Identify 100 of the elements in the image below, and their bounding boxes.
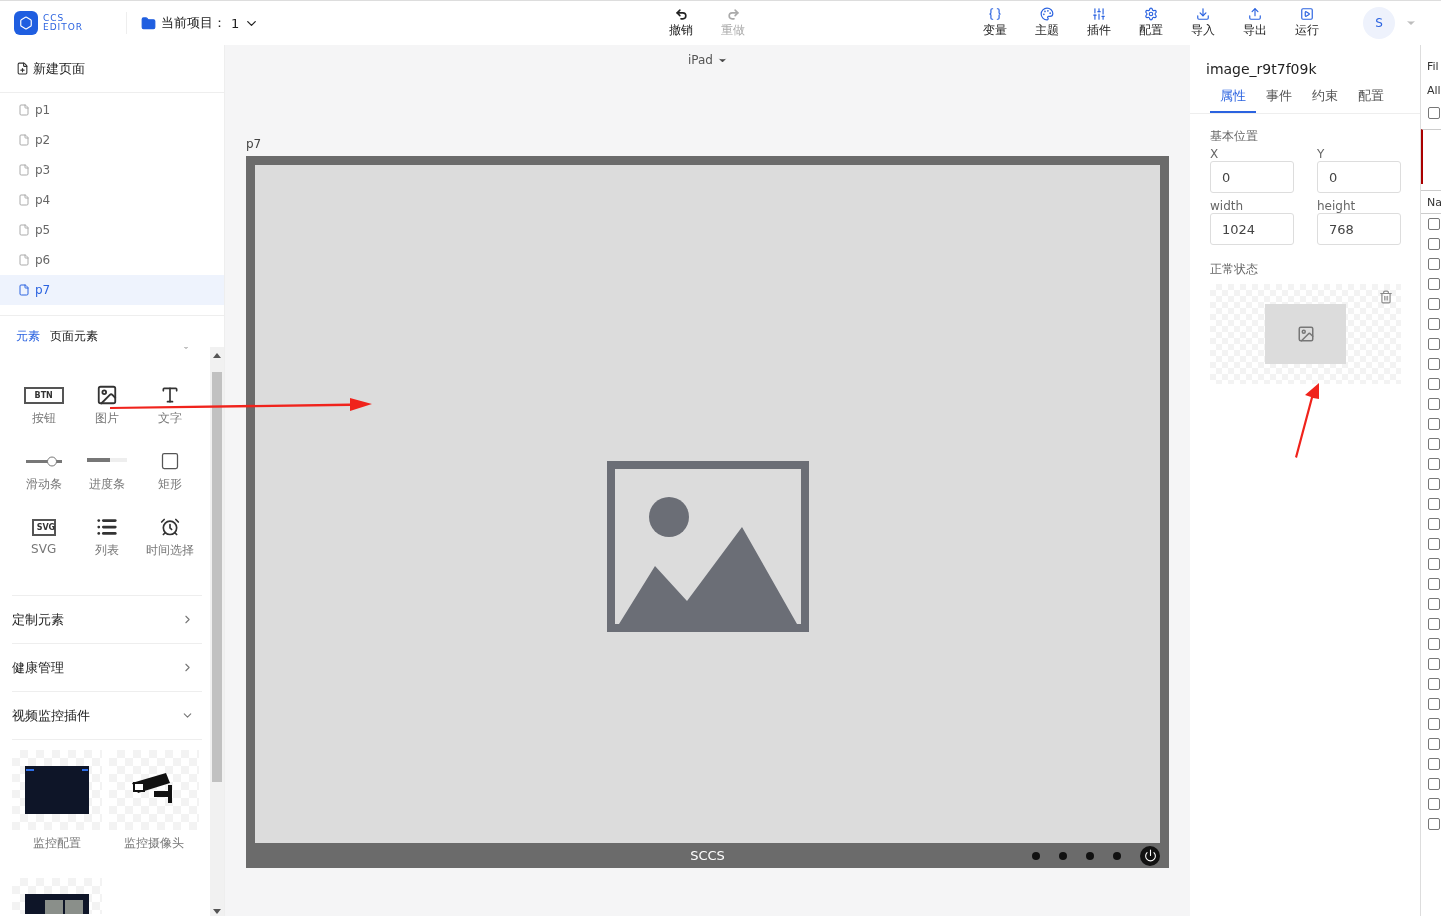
- section-header[interactable]: 视频监控插件: [12, 692, 202, 740]
- inspector-tab[interactable]: 配置: [1358, 87, 1384, 113]
- image-icon: [96, 384, 118, 406]
- project-selector[interactable]: 当前项目： 1: [126, 12, 260, 34]
- image-placeholder-icon: [606, 460, 809, 632]
- indicator-dot: [1032, 851, 1040, 860]
- page-item[interactable]: p7: [0, 275, 224, 305]
- redo-icon: [726, 7, 740, 21]
- checkbox[interactable]: [1428, 798, 1440, 810]
- checkbox[interactable]: [1428, 578, 1440, 590]
- element-tile[interactable]: 图片: [75, 383, 139, 427]
- page-item[interactable]: p5: [0, 215, 224, 245]
- download-icon: [1196, 7, 1210, 21]
- input-field[interactable]: 0: [1317, 161, 1401, 193]
- page-item[interactable]: p1: [0, 95, 224, 125]
- page-item[interactable]: p6: [0, 245, 224, 275]
- input-field[interactable]: 0: [1210, 161, 1294, 193]
- page-name: p6: [35, 253, 51, 267]
- checkbox[interactable]: [1428, 398, 1440, 410]
- checkbox[interactable]: [1428, 278, 1440, 290]
- checkbox[interactable]: [1428, 518, 1440, 530]
- checkbox[interactable]: [1428, 478, 1440, 490]
- page-item[interactable]: p2: [0, 125, 224, 155]
- toolbar-button[interactable]: 导入: [1177, 7, 1229, 39]
- section-label: 基本位置: [1210, 128, 1259, 145]
- file-icon: [18, 104, 30, 116]
- checkbox[interactable]: [1428, 498, 1440, 510]
- checkbox[interactable]: [1428, 107, 1440, 119]
- toolbar-button[interactable]: 配置: [1125, 7, 1177, 39]
- checkbox[interactable]: [1428, 258, 1440, 270]
- palette-icon: [1040, 7, 1054, 21]
- timeline-graph: [1421, 129, 1441, 184]
- file-icon: [18, 224, 30, 236]
- checkbox[interactable]: [1428, 618, 1440, 630]
- checkbox[interactable]: [1428, 458, 1440, 470]
- user-avatar[interactable]: S: [1363, 7, 1395, 39]
- toolbar-button[interactable]: 主题: [1021, 7, 1073, 39]
- checkbox[interactable]: [1428, 358, 1440, 370]
- page-name: p4: [35, 193, 51, 207]
- inspector-tab[interactable]: 属性: [1210, 87, 1256, 113]
- toolbar-button[interactable]: 插件: [1073, 7, 1125, 39]
- element-tile[interactable]: 矩形: [138, 449, 202, 493]
- undo-button[interactable]: 撤销: [655, 7, 707, 39]
- toolbar-button[interactable]: 导出: [1229, 7, 1281, 39]
- toolbar-button[interactable]: 变量: [969, 7, 1021, 39]
- checkbox[interactable]: [1428, 678, 1440, 690]
- element-tile[interactable]: 时间选择: [138, 515, 202, 559]
- checkbox[interactable]: [1428, 438, 1440, 450]
- checkbox[interactable]: [1428, 658, 1440, 670]
- checkbox[interactable]: [1428, 318, 1440, 330]
- element-tile[interactable]: BTN 按钮: [12, 383, 76, 427]
- panel-tab[interactable]: 页面元素: [50, 328, 98, 345]
- checkbox[interactable]: [1428, 778, 1440, 790]
- file-icon: [18, 284, 30, 296]
- field-label: X: [1210, 147, 1220, 161]
- checkbox[interactable]: [1428, 718, 1440, 730]
- checkbox[interactable]: [1428, 698, 1440, 710]
- checkbox[interactable]: [1428, 738, 1440, 750]
- field-label: Y: [1317, 147, 1326, 161]
- page-name: p3: [35, 163, 51, 177]
- checkbox[interactable]: [1428, 218, 1440, 230]
- image-icon: [1296, 325, 1315, 343]
- section-header[interactable]: 定制元素: [12, 596, 202, 644]
- checkbox[interactable]: [1428, 298, 1440, 310]
- checkbox[interactable]: [1428, 558, 1440, 570]
- toolbar-button[interactable]: 运行: [1281, 7, 1333, 39]
- panel-tab[interactable]: 元素: [16, 328, 40, 345]
- page-item[interactable]: p4: [0, 185, 224, 215]
- trash-icon[interactable]: [1379, 290, 1393, 304]
- plugin-name: 监控配置: [33, 835, 81, 852]
- section-header[interactable]: 健康管理: [12, 644, 202, 692]
- checkbox[interactable]: [1428, 758, 1440, 770]
- plugin-tile[interactable]: [12, 750, 102, 830]
- page-item[interactable]: p3: [0, 155, 224, 185]
- checkbox[interactable]: [1428, 638, 1440, 650]
- field-label: width: [1210, 199, 1245, 213]
- input-field[interactable]: 768: [1317, 213, 1401, 245]
- element-tile[interactable]: 列表: [75, 515, 139, 559]
- checkbox[interactable]: [1428, 338, 1440, 350]
- power-icon[interactable]: [1140, 845, 1160, 866]
- checkbox[interactable]: [1428, 598, 1440, 610]
- all-text: All: [1426, 83, 1441, 99]
- inspector-tab[interactable]: 约束: [1312, 87, 1338, 113]
- inspector-tab[interactable]: 事件: [1266, 87, 1292, 113]
- checkbox[interactable]: [1428, 378, 1440, 390]
- file-icon: [18, 254, 30, 266]
- slider-icon: [25, 455, 62, 467]
- scrollbar[interactable]: [210, 347, 224, 916]
- input-field[interactable]: 1024: [1210, 213, 1294, 245]
- checkbox[interactable]: [1428, 238, 1440, 250]
- plugin-tile[interactable]: [109, 750, 199, 830]
- indicator-dot: [1113, 851, 1121, 860]
- checkbox[interactable]: [1428, 818, 1440, 830]
- checkbox[interactable]: [1428, 538, 1440, 550]
- device-selector[interactable]: iPad: [688, 53, 728, 67]
- checkbox[interactable]: [1428, 418, 1440, 430]
- page-name: p2: [35, 133, 51, 147]
- element-tile[interactable]: 文字: [138, 383, 202, 427]
- element-tile[interactable]: 进度条: [75, 449, 139, 493]
- element-tile[interactable]: 滑动条: [12, 449, 76, 493]
